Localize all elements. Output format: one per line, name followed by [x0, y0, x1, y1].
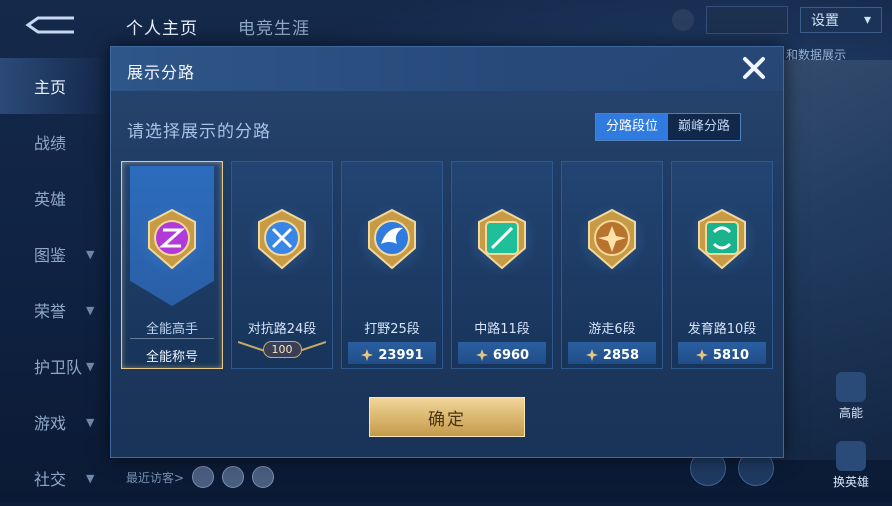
- lane-mode-toggle: 分路段位 巅峰分路: [595, 113, 742, 141]
- lane-cards: 全能高手 全能称号 对抗路24段 100 打野25段 23991 中路11段 6…: [121, 161, 773, 369]
- sidebar-item-label: 主页: [34, 78, 67, 97]
- sidebar-item-record[interactable]: 战绩: [0, 114, 108, 170]
- card-lane-name: 打野25段: [364, 322, 420, 337]
- top-tabs: 个人主页 电竞生涯: [126, 14, 310, 39]
- sidebar-item-heroes[interactable]: 英雄: [0, 170, 108, 226]
- sidebar-item-label: 护卫队: [34, 358, 83, 377]
- chevron-down-icon: ▼: [86, 471, 95, 485]
- clash-lane-emblem-icon: [258, 208, 306, 270]
- all-round-emblem-icon: [148, 208, 196, 270]
- lane-card-roam[interactable]: 游走6段 2858: [561, 161, 663, 369]
- rank-star-icon: [361, 349, 374, 361]
- card-score: 5810: [712, 347, 750, 363]
- rank-star-icon: [695, 349, 708, 361]
- lane-card-mid[interactable]: 中路11段 6960: [451, 161, 553, 369]
- dialog-header: [111, 47, 783, 91]
- change-hero-button[interactable]: 换英雄: [824, 441, 878, 490]
- rank-star-icon: [475, 349, 488, 361]
- notification-bell-icon[interactable]: [672, 9, 694, 31]
- card-score: 23991: [378, 347, 424, 363]
- chevron-down-icon: ▼: [86, 415, 95, 429]
- card-foot: 6960: [452, 342, 552, 368]
- tab-profile[interactable]: 个人主页: [126, 14, 198, 39]
- sidebar-item-label: 战绩: [34, 134, 67, 153]
- sidebar-item-label: 游戏: [34, 414, 67, 433]
- chevron-down-icon: ▼: [86, 247, 95, 261]
- behind-modal-text: 和数据展示: [786, 48, 847, 62]
- roam-emblem-icon: [588, 208, 636, 270]
- dialog-subtitle: 请选择展示的分路: [127, 122, 271, 142]
- lane-card-clash[interactable]: 对抗路24段 100: [231, 161, 333, 369]
- tab-esports-career[interactable]: 电竞生涯: [238, 14, 310, 39]
- highlight-label: 高能: [838, 406, 863, 420]
- sidebar-item-label: 社交: [34, 470, 67, 489]
- sidebar: 主页 战绩 英雄 图鉴 ▼ 荣誉 ▼ 护卫队 ▼ 游戏 ▼ 社交 ▼: [0, 58, 108, 506]
- avatar[interactable]: [222, 466, 245, 488]
- highlight-icon: [836, 372, 866, 402]
- card-lane-name: 发育路10段: [687, 322, 757, 337]
- card-lane-name: 全能高手: [145, 322, 198, 337]
- sidebar-item-home[interactable]: 主页: [0, 58, 108, 114]
- jungle-emblem-icon: [368, 208, 416, 270]
- toggle-lane-rank[interactable]: 分路段位: [596, 114, 669, 140]
- close-icon: [743, 57, 765, 79]
- confirm-label: 确定: [428, 409, 466, 430]
- card-foot: 23991: [342, 342, 442, 368]
- top-right-bar: 设置 ▾: [672, 6, 882, 34]
- rank-number: 100: [262, 340, 302, 358]
- vip-badge[interactable]: [706, 6, 788, 34]
- card-lane-name: 中路11段: [474, 322, 530, 337]
- toggle-peak-lane[interactable]: 巅峰分路: [668, 114, 740, 140]
- sidebar-item-game[interactable]: 游戏 ▼: [0, 394, 108, 450]
- settings-label: 设置: [811, 13, 839, 29]
- recent-visitors-label: 最近访客>: [126, 470, 185, 485]
- lane-card-jungle[interactable]: 打野25段 23991: [341, 161, 443, 369]
- confirm-button[interactable]: 确定: [369, 397, 525, 437]
- card-lane-name: 对抗路24段: [247, 322, 317, 337]
- sidebar-item-label: 图鉴: [34, 246, 67, 265]
- card-score: 2858: [602, 347, 640, 363]
- sidebar-item-guard[interactable]: 护卫队 ▼: [0, 338, 108, 394]
- highlight-button[interactable]: 高能: [824, 372, 878, 421]
- sidebar-item-label: 英雄: [34, 190, 67, 209]
- back-arrow-icon: [25, 16, 74, 34]
- card-divider: [130, 338, 214, 339]
- lane-display-dialog: 展示分路 请选择展示的分路 分路段位 巅峰分路 全能高手 全能称号 对抗路24段…: [110, 46, 784, 458]
- card-title-label: 全能称号: [145, 349, 198, 365]
- chevron-down-icon: ▾: [863, 12, 871, 28]
- settings-button[interactable]: 设置 ▾: [800, 7, 882, 33]
- card-foot: 全能称号: [122, 342, 222, 368]
- farm-lane-emblem-icon: [698, 208, 746, 270]
- avatar[interactable]: [192, 466, 215, 488]
- mid-lane-emblem-icon: [478, 208, 526, 270]
- sidebar-item-codex[interactable]: 图鉴 ▼: [0, 226, 108, 282]
- card-score: 6960: [492, 347, 530, 363]
- avatar[interactable]: [252, 466, 275, 488]
- lane-card-all-round[interactable]: 全能高手 全能称号: [121, 161, 223, 369]
- rank-tag: 100: [232, 338, 332, 360]
- card-foot: 2858: [562, 342, 662, 368]
- sidebar-item-social[interactable]: 社交 ▼: [0, 450, 108, 506]
- card-foot: 5810: [672, 342, 772, 368]
- dialog-title: 展示分路: [127, 63, 196, 82]
- chevron-down-icon: ▼: [86, 303, 95, 317]
- change-hero-label: 换英雄: [832, 475, 869, 489]
- sidebar-item-label: 荣誉: [34, 302, 67, 321]
- lane-card-farm[interactable]: 发育路10段 5810: [671, 161, 773, 369]
- right-buttons: 高能 换英雄: [824, 372, 878, 490]
- change-hero-icon: [836, 441, 866, 471]
- close-button[interactable]: [737, 51, 771, 85]
- chevron-down-icon: ▼: [86, 359, 95, 373]
- card-lane-name: 游走6段: [588, 322, 636, 337]
- recent-visitors[interactable]: 最近访客>: [126, 466, 275, 488]
- back-button[interactable]: [22, 8, 80, 42]
- rank-star-icon: [585, 349, 598, 361]
- sidebar-item-honor[interactable]: 荣誉 ▼: [0, 282, 108, 338]
